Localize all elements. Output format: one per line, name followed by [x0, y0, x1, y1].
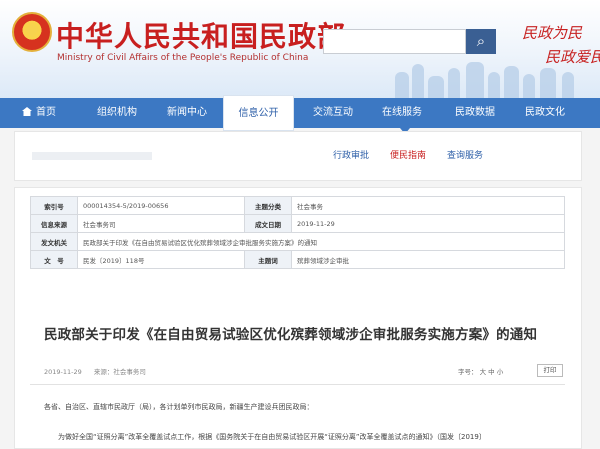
source-label: 来源： — [93, 368, 114, 376]
banner-figure — [562, 72, 574, 98]
nav-item-interaction[interactable]: 交流互动 — [296, 98, 370, 128]
banner-figure — [448, 68, 460, 98]
header-banner: 中华人民共和国民政部 Ministry of Civil Affairs of … — [0, 0, 600, 98]
banner-figure — [395, 72, 409, 98]
meta-label: 主题分类 — [244, 196, 292, 215]
banner-figure — [466, 62, 484, 98]
home-icon — [22, 107, 32, 116]
meta-value: 社会事务 — [291, 196, 565, 215]
table-row: 发文机关 民政部关于印发《在自由贸易试验区优化殡葬领域涉企审批服务实施方案》的通… — [30, 232, 565, 251]
meta-value: 殡葬领域涉企审批 — [291, 250, 565, 269]
font-size-medium[interactable]: 中 — [488, 368, 495, 376]
banner-figure — [412, 64, 424, 98]
banner-figure — [504, 66, 519, 98]
main-nav: 首页 组织机构 新闻中心 信息公开 交流互动 在线服务 民政数据 民政文化 — [0, 95, 600, 131]
document-meta-table: 索引号 000014354-5/2019-00656 主题分类 社会事务 信息来… — [30, 196, 565, 269]
table-row: 信息来源 社会事务司 成文日期 2019-11-29 — [30, 214, 565, 233]
search-input[interactable] — [323, 29, 466, 54]
nav-item-culture[interactable]: 民政文化 — [508, 98, 582, 128]
banner-figure — [540, 68, 556, 98]
banner-figure — [428, 76, 444, 98]
document-meta-line: 2019-11-29 来源：社会事务司 — [44, 366, 156, 376]
subnav-item-approval[interactable]: 行政审批 — [333, 148, 369, 161]
subnav-item-query[interactable]: 查询服务 — [447, 148, 483, 161]
meta-value: 000014354-5/2019-00656 — [77, 196, 245, 215]
nav-item-data[interactable]: 民政数据 — [438, 98, 512, 128]
font-size-tools: 字号： 大 中 小 — [458, 366, 503, 376]
table-row: 索引号 000014354-5/2019-00656 主题分类 社会事务 — [30, 196, 565, 215]
document-date: 2019-11-29 — [44, 368, 82, 376]
site-title[interactable]: 中华人民共和国民政部 — [56, 15, 346, 55]
font-size-large[interactable]: 大 — [480, 368, 487, 376]
nav-item-online-service[interactable]: 在线服务 — [365, 98, 439, 128]
banner-figure — [488, 72, 500, 98]
document-paragraph: 为做好全国“证照分离”改革全覆盖试点工作，根据《国务院关于在自由贸易试验区开展“… — [58, 433, 486, 441]
breadcrumb — [32, 152, 152, 160]
meta-label: 发文机关 — [30, 232, 78, 251]
nav-item-home[interactable]: 首页 — [0, 98, 78, 128]
meta-label: 成文日期 — [244, 214, 292, 233]
slogan-line-1: 民政为民 — [522, 24, 583, 42]
meta-label: 主题词 — [244, 250, 292, 269]
meta-value: 民发〔2019〕118号 — [77, 250, 245, 269]
document-paragraph: 各省、自治区、直辖市民政厅（局），各计划单列市民政局，新疆生产建设兵团民政局： — [44, 403, 314, 411]
meta-label: 索引号 — [30, 196, 78, 215]
banner-figure — [523, 74, 535, 98]
meta-value: 社会事务司 — [77, 214, 245, 233]
nav-label: 首页 — [36, 107, 56, 118]
site-subtitle: Ministry of Civil Affairs of the People'… — [57, 53, 309, 63]
nav-item-info-public[interactable]: 信息公开 — [223, 95, 294, 131]
search-icon: ⌕ — [476, 32, 486, 50]
nav-item-organization[interactable]: 组织机构 — [80, 98, 154, 128]
font-size-small[interactable]: 小 — [497, 368, 504, 376]
divider — [30, 384, 565, 385]
document-source: 社会事务司 — [113, 368, 146, 376]
meta-value: 民政部关于印发《在自由贸易试验区优化殡葬领域涉企审批服务实施方案》的通知 — [77, 232, 565, 251]
font-size-label: 字号： — [458, 368, 478, 376]
national-emblem-icon[interactable] — [12, 12, 52, 52]
meta-value: 2019-11-29 — [291, 214, 565, 233]
document-title: 民政部关于印发《在自由贸易试验区优化殡葬领域涉企审批服务实施方案》的通知 — [44, 327, 538, 343]
subnav-item-guide[interactable]: 便民指南 — [390, 148, 426, 161]
meta-label: 信息来源 — [30, 214, 78, 233]
slogan-line-2: 民政爱民 — [545, 48, 600, 66]
search-button[interactable]: ⌕ — [466, 29, 496, 54]
page: 中华人民共和国民政部 Ministry of Civil Affairs of … — [0, 0, 600, 449]
print-button[interactable]: 打印 — [537, 364, 563, 377]
meta-label: 文 号 — [30, 250, 78, 269]
nav-item-news[interactable]: 新闻中心 — [150, 98, 224, 128]
table-row: 文 号 民发〔2019〕118号 主题词 殡葬领域涉企审批 — [30, 250, 565, 269]
